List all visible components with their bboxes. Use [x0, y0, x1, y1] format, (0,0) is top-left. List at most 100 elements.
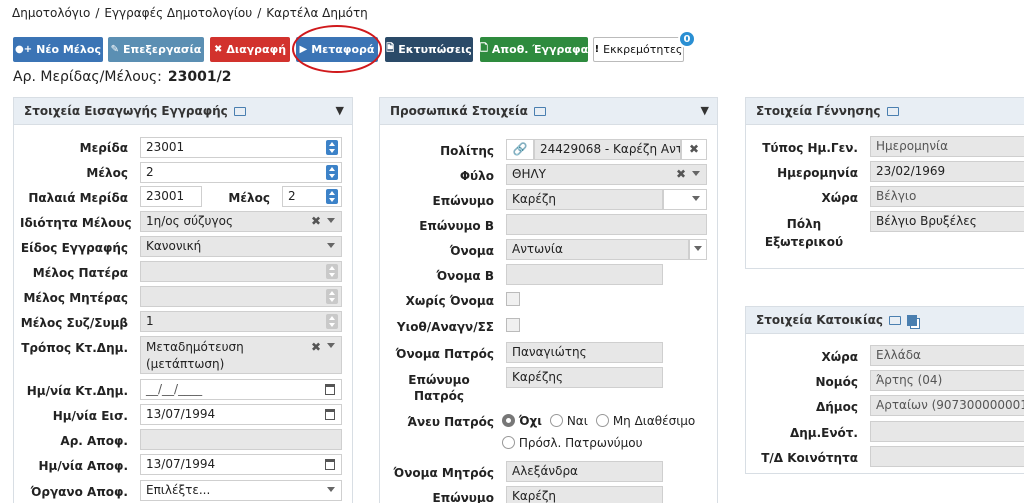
- personal-panel-header[interactable]: Προσωπικά Στοιχεία ▼: [380, 98, 717, 125]
- new-member-button[interactable]: ●+ Νέο Μέλος: [13, 37, 103, 62]
- new-member-label: Νέο Μέλος: [36, 43, 101, 56]
- dim-enot-select[interactable]: [870, 421, 1024, 442]
- organo-label: Όργανο Αποφ.: [30, 485, 128, 499]
- breadcrumb-item-eggrafes[interactable]: Εγγραφές Δημοτολογίου: [104, 6, 252, 20]
- eponymo-patros-input[interactable]: Καρέζης: [506, 367, 663, 388]
- birth-country-value: Βέλγιο: [876, 189, 917, 203]
- res-country-label: Χώρα: [821, 350, 858, 364]
- residence-panel-header[interactable]: Στοιχεία Κατοικίας: [746, 307, 1024, 334]
- eponymo-mitros-input[interactable]: Καρέζη: [506, 486, 663, 503]
- calendar-icon[interactable]: [325, 409, 335, 420]
- merida-input[interactable]: 23001: [140, 137, 342, 158]
- radio-oxi-dot[interactable]: [502, 414, 515, 427]
- stepper-icon[interactable]: [326, 140, 338, 155]
- stepper-icon[interactable]: [326, 165, 338, 180]
- residence-panel-title: Στοιχεία Κατοικίας: [756, 313, 883, 327]
- clear-icon[interactable]: ✖: [676, 167, 686, 181]
- koinotita-select[interactable]: [870, 446, 1024, 467]
- birth-country-select[interactable]: Βέλγιο: [870, 186, 1024, 207]
- folder-icon: [533, 106, 546, 116]
- stepper-icon[interactable]: [326, 189, 338, 204]
- eponymo-label: Επώνυμο: [432, 194, 494, 208]
- eponymo-patros-label-line2: Πατρός: [414, 389, 464, 403]
- date-kt-input[interactable]: __/__/____: [140, 379, 342, 400]
- radio-oxi[interactable]: Όχι: [502, 414, 542, 428]
- fylo-select[interactable]: ΘΗΛΥ ✖: [506, 164, 707, 185]
- breadcrumb-item-dimotologio[interactable]: Δημοτολόγιο: [12, 6, 90, 20]
- date-apof-input[interactable]: 13/07/1994: [140, 454, 342, 475]
- delete-button[interactable]: ✖ Διαγραφή: [210, 37, 290, 62]
- eponymo-patros-label: Επώνυμο Πατρός: [384, 372, 494, 404]
- link-citizen-button[interactable]: 🔗: [506, 139, 534, 160]
- onoma-mitros-input[interactable]: Αλεξάνδρα: [506, 461, 663, 482]
- birth-date-input[interactable]: 23/02/1969: [870, 161, 1024, 182]
- res-country-select[interactable]: Ελλάδα: [870, 345, 1024, 366]
- tropos-value-line1: Μεταδημότευση: [146, 340, 244, 354]
- radio-mi-diath-dot[interactable]: [596, 414, 609, 427]
- typos-value: Ημερομηνία: [876, 139, 949, 153]
- pateras-input[interactable]: [140, 261, 342, 282]
- onoma-b-input[interactable]: [506, 264, 663, 285]
- saved-documents-button[interactable]: 🗋 Αποθ. Έγγραφα: [480, 37, 588, 62]
- chevron-down-icon[interactable]: ▼: [701, 104, 709, 117]
- melos-input[interactable]: 2: [140, 162, 342, 183]
- print-button[interactable]: 🗎 Εκτυπώσεις: [385, 37, 473, 62]
- date-eis-input[interactable]: 13/07/1994: [140, 404, 342, 425]
- record-number-value: 23001/2: [167, 69, 232, 85]
- nomos-select[interactable]: Άρτης (04): [870, 370, 1024, 391]
- birth-city-input[interactable]: Βέλγιο Βρυξέλες: [870, 211, 1024, 232]
- clear-icon[interactable]: ✖: [311, 339, 321, 356]
- edit-button[interactable]: ✎ Επεξεργασία: [108, 37, 204, 62]
- politis-input[interactable]: 24429068 - Καρέζη Αντω: [534, 139, 681, 160]
- old-melos-input[interactable]: 2: [282, 186, 342, 207]
- radio-prosl-label: Πρόσλ. Πατρωνύμου: [518, 436, 643, 450]
- chevron-down-icon[interactable]: ▼: [336, 104, 344, 117]
- move-button[interactable]: ▶ Μεταφορά: [296, 37, 378, 62]
- radio-mi-diath[interactable]: Μη Διαθέσιμο: [596, 414, 695, 428]
- idiotita-label: Ιδιότητα Μέλους: [20, 216, 132, 230]
- birth-panel-header[interactable]: Στοιχεία Γέννησης: [746, 98, 1024, 125]
- folder-icon: [886, 106, 899, 116]
- radio-nai-dot[interactable]: [550, 414, 563, 427]
- clear-icon[interactable]: ✖: [311, 214, 321, 228]
- mitera-input[interactable]: [140, 286, 342, 307]
- clear-citizen-button[interactable]: ✖: [681, 139, 707, 160]
- syzygos-value: 1: [146, 314, 154, 328]
- copy-icon[interactable]: [906, 314, 917, 326]
- tropos-value-line2: (μετάπτωση): [146, 357, 225, 371]
- merida-label: Μερίδα: [79, 141, 128, 155]
- xoris-onoma-checkbox[interactable]: [506, 292, 520, 306]
- radio-prosl-dot[interactable]: [502, 436, 515, 449]
- birth-date-value: 23/02/1969: [876, 164, 946, 178]
- onoma-patros-value: Παναγιώτης: [512, 345, 587, 359]
- yioth-checkbox[interactable]: [506, 318, 520, 332]
- pending-button[interactable]: ! Εκκρεμότητες: [593, 37, 684, 62]
- organo-select[interactable]: Επιλέξτε...: [140, 480, 342, 501]
- eponymo-dropdown[interactable]: [663, 189, 707, 210]
- eponymo-value: Καρέζη: [512, 192, 557, 206]
- old-merida-input[interactable]: 23001: [140, 186, 202, 207]
- radio-prosl[interactable]: Πρόσλ. Πατρωνύμου: [502, 436, 643, 450]
- edit-icon: ✎: [110, 44, 120, 55]
- dimos-select[interactable]: Αρταίων (907300000001): [870, 395, 1024, 416]
- entry-panel-header[interactable]: Στοιχεία Εισαγωγής Εγγραφής ▼: [14, 98, 352, 125]
- date-apof-value: 13/07/1994: [146, 457, 216, 471]
- entry-panel-title: Στοιχεία Εισαγωγής Εγγραφής: [24, 104, 228, 118]
- yioth-label: Υιοθ/Αναγν/ΣΣ: [396, 320, 494, 334]
- idiotita-select[interactable]: 1η/ος σύζυγος ✖: [140, 211, 342, 232]
- radio-nai[interactable]: Ναι: [550, 414, 588, 428]
- ar-apof-input[interactable]: [140, 429, 342, 450]
- eponymo-input[interactable]: Καρέζη: [506, 189, 663, 210]
- eponymo-b-input[interactable]: [506, 214, 707, 235]
- typos-select[interactable]: Ημερομηνία: [870, 136, 1024, 157]
- onoma-patros-input[interactable]: Παναγιώτης: [506, 342, 663, 363]
- calendar-icon[interactable]: [325, 384, 335, 395]
- birth-country-label: Χώρα: [821, 191, 858, 205]
- syzygos-input[interactable]: 1: [140, 311, 342, 332]
- onoma-input[interactable]: Αντωνία: [506, 239, 689, 260]
- onoma-dropdown[interactable]: [689, 239, 707, 260]
- calendar-icon[interactable]: [325, 459, 335, 470]
- tropos-select[interactable]: Μεταδημότευση (μετάπτωση) ✖: [140, 336, 342, 374]
- radio-nai-label: Ναι: [566, 414, 588, 428]
- eidos-select[interactable]: Κανονική: [140, 236, 342, 257]
